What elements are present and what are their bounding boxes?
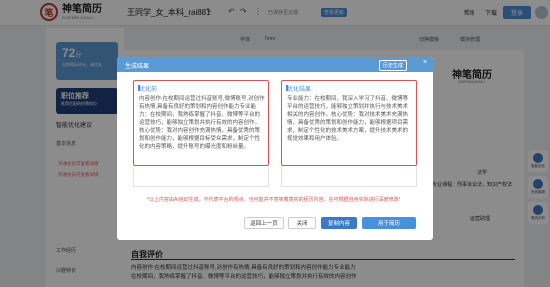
after-text[interactable]: 专业能力：在校期间，我深入学习了抖音、微博等平台的运营技巧，能够独立策划并执行与…	[287, 95, 413, 143]
back-button[interactable]: 返回上一页	[244, 217, 284, 229]
before-text[interactable]: 内容创作:在校期间运营过抖音账号,微博账号,对创作有热情,具备有良好的策划和内容…	[139, 95, 265, 151]
result-modal: 生成结果 历史生成 × 优化前 内容创作:在校期间运营过抖音账号,微博账号,对创…	[117, 57, 433, 240]
close-button[interactable]: 关闭	[288, 217, 316, 229]
after-label: 优化结果	[287, 87, 312, 93]
after-pane-footer	[281, 166, 417, 187]
before-pane: 优化前 内容创作:在校期间运营过抖音账号,微博账号,对创作有热情,具备有良好的策…	[133, 80, 269, 166]
history-button[interactable]: 历史生成	[379, 60, 408, 71]
ai-disclaimer: *以上内容由AI自动生成，不代表平台的观点，也可能并不意味着真实的经历内容，在可…	[147, 197, 401, 203]
modal-title: 生成结果	[125, 64, 150, 70]
use-in-resume-button[interactable]: 用于简历	[362, 217, 416, 229]
copy-button[interactable]: 复制内容	[321, 217, 357, 229]
after-pane: 优化结果 专业能力：在校期间，我深入学习了抖音、微博等平台的运营技巧，能够独立策…	[281, 80, 417, 166]
before-label: 优化前	[139, 87, 158, 93]
close-icon[interactable]: ×	[423, 59, 427, 66]
before-pane-footer	[133, 166, 269, 187]
modal-header: 生成结果 历史生成 ×	[117, 57, 433, 72]
